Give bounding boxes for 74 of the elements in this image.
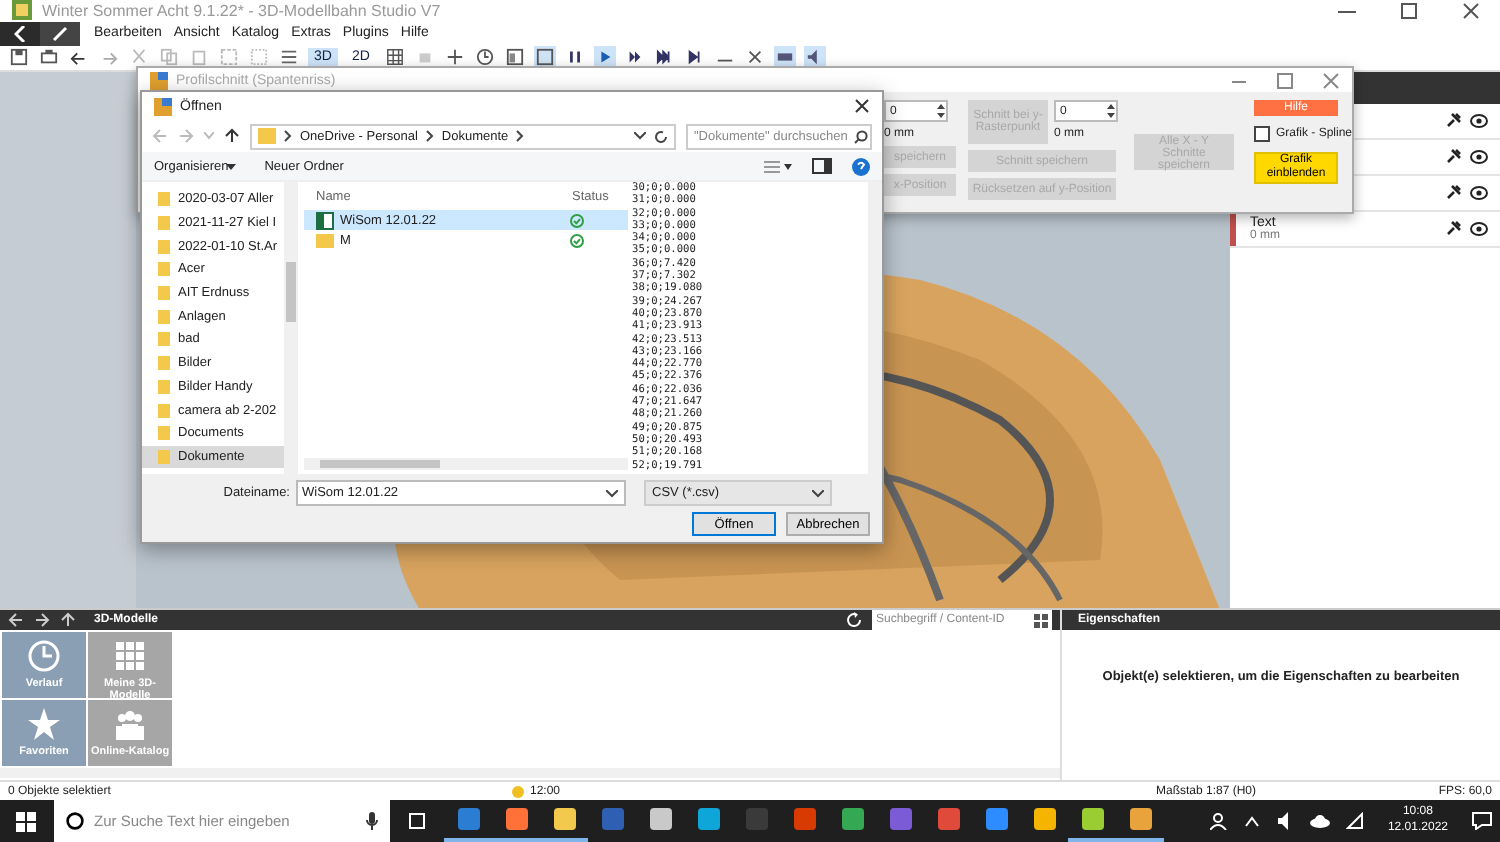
spinner-icon xyxy=(936,102,946,120)
app-icon xyxy=(150,71,168,89)
scrollbar[interactable] xyxy=(284,182,298,474)
close-icon[interactable] xyxy=(1462,1,1480,20)
notification-icon[interactable] xyxy=(1472,812,1492,830)
sun-icon xyxy=(512,785,524,798)
back-icon[interactable] xyxy=(8,612,24,629)
folder-icon xyxy=(316,233,334,247)
back-button[interactable] xyxy=(0,21,40,46)
pin-icon[interactable] xyxy=(1446,112,1462,129)
eye-icon[interactable] xyxy=(1470,113,1488,128)
skip-icon[interactable] xyxy=(653,46,676,69)
view-options-icon[interactable] xyxy=(764,159,792,173)
pin-icon[interactable] xyxy=(1446,148,1462,165)
help-icon[interactable] xyxy=(852,157,870,175)
people-icon[interactable] xyxy=(1209,812,1228,830)
grid-icon[interactable] xyxy=(1034,613,1048,628)
app-icon xyxy=(12,0,32,21)
eye-icon[interactable] xyxy=(1470,149,1488,164)
task-view-icon[interactable] xyxy=(408,812,426,830)
microphone-icon xyxy=(366,812,378,830)
clock-icon[interactable] xyxy=(473,46,496,69)
play-icon[interactable] xyxy=(593,46,616,69)
pencil-icon xyxy=(52,25,68,42)
volume-icon[interactable] xyxy=(1275,812,1294,830)
search-icon xyxy=(853,129,868,143)
chevron-down-icon xyxy=(812,489,824,497)
edit-button[interactable] xyxy=(40,21,80,46)
step-icon[interactable] xyxy=(683,46,706,69)
spinner-icon xyxy=(1106,102,1116,120)
preview-pane-icon[interactable] xyxy=(812,158,832,174)
folder-icon xyxy=(258,128,276,144)
maximize-icon[interactable] xyxy=(1276,71,1294,89)
clock-icon xyxy=(28,640,60,673)
chevron-down-icon[interactable] xyxy=(634,132,646,140)
eye-icon[interactable] xyxy=(1470,185,1488,200)
app-icon xyxy=(154,97,172,115)
monitor-icon[interactable] xyxy=(773,46,796,69)
cloud-icon[interactable] xyxy=(1309,814,1330,828)
up-icon[interactable] xyxy=(224,128,240,144)
scrollbar[interactable] xyxy=(0,768,1060,779)
window-icon[interactable] xyxy=(533,46,556,69)
back-icon xyxy=(14,25,26,42)
speaker-icon[interactable] xyxy=(803,46,826,69)
scrollbar[interactable] xyxy=(868,182,882,474)
maximize-icon[interactable] xyxy=(1400,1,1418,20)
grid-icon[interactable] xyxy=(383,46,406,69)
search-icon xyxy=(66,812,84,830)
grid-icon xyxy=(114,640,146,673)
star-icon xyxy=(28,708,60,741)
caret-icon xyxy=(226,163,237,169)
chevron-right-icon xyxy=(425,130,434,142)
sync-status-icon xyxy=(570,213,584,227)
chevron-down-icon xyxy=(606,489,618,497)
print-icon[interactable] xyxy=(38,46,60,69)
plus-icon[interactable] xyxy=(443,46,466,69)
chevron-right-icon xyxy=(284,130,292,142)
sync-status-icon xyxy=(570,233,584,247)
refresh-icon[interactable] xyxy=(654,129,668,143)
eye-icon[interactable] xyxy=(1470,221,1488,236)
people-icon xyxy=(114,708,146,741)
close-icon[interactable] xyxy=(743,46,766,69)
chevron-right-icon xyxy=(516,130,525,142)
layers-icon[interactable] xyxy=(278,46,300,69)
chevron-up-icon[interactable] xyxy=(1243,815,1260,827)
save-icon[interactable] xyxy=(8,46,30,69)
spreadsheet-icon xyxy=(316,211,334,229)
pin-icon[interactable] xyxy=(1446,220,1462,237)
forward-icon[interactable] xyxy=(34,612,50,629)
scrollbar[interactable] xyxy=(304,458,628,470)
pin-icon[interactable] xyxy=(1446,184,1462,201)
window-icon[interactable] xyxy=(503,46,526,69)
close-icon[interactable] xyxy=(854,98,870,114)
window-title: Winter Sommer Acht 9.1.22* - 3D-Modellbahn Studio V7 xyxy=(42,1,441,20)
